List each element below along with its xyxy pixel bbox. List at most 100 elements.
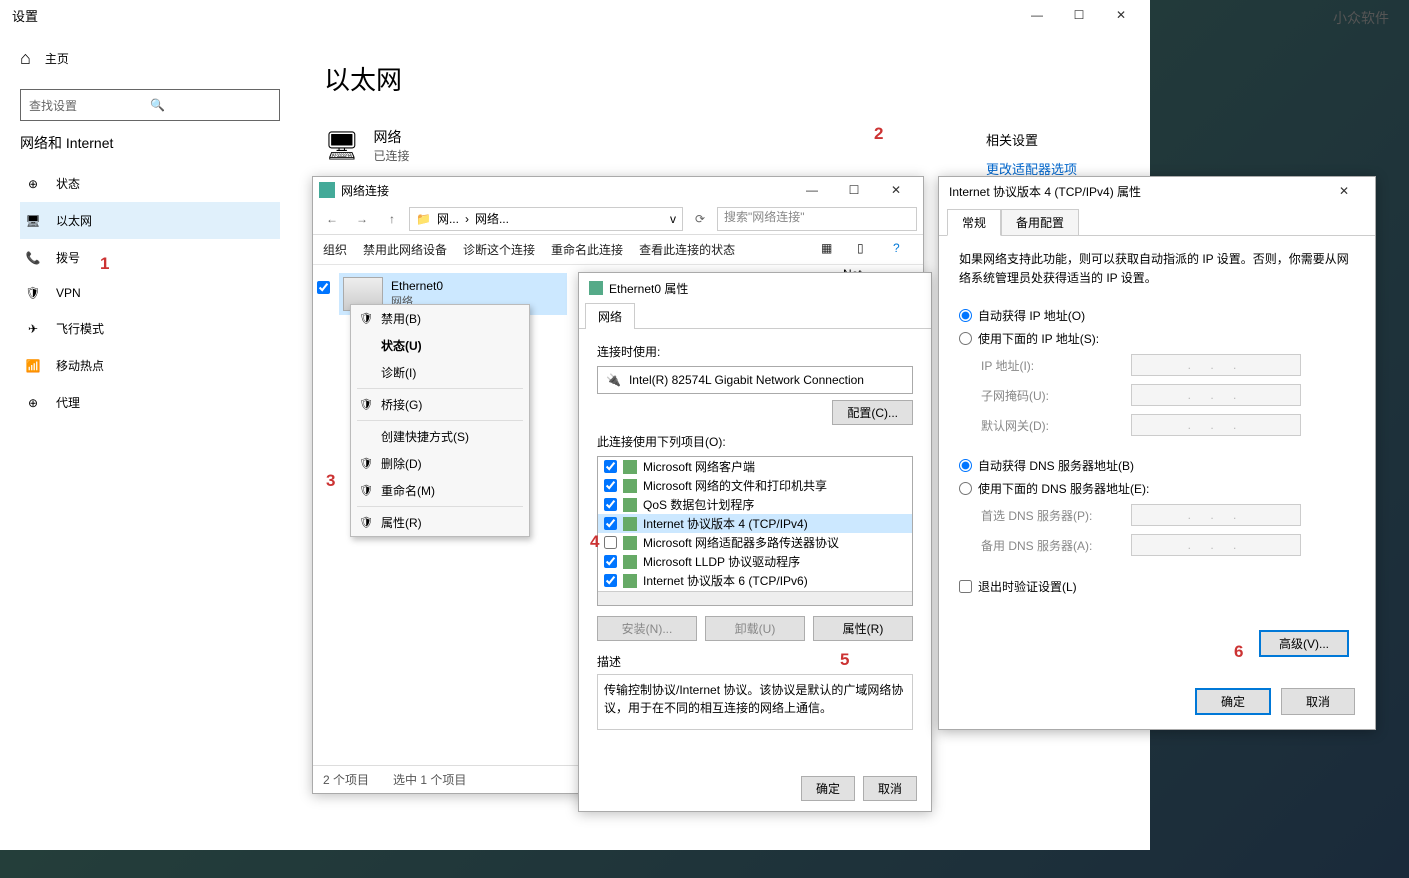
nc-close-button[interactable] xyxy=(875,176,917,204)
nc-minimize-button[interactable] xyxy=(791,176,833,204)
monitor-icon: 🖥 xyxy=(324,129,360,162)
minimize-button[interactable] xyxy=(1016,1,1058,29)
ipv4-close-button[interactable] xyxy=(1323,177,1365,205)
disable-device-button[interactable]: 禁用此网络设备 xyxy=(363,241,447,258)
ctx-rename[interactable]: 🛡重命名(M) xyxy=(351,477,529,504)
up-button[interactable]: ↑ xyxy=(379,207,405,231)
uninstall-button[interactable]: 卸载(U) xyxy=(705,616,805,641)
install-button[interactable]: 安装(N)... xyxy=(597,616,697,641)
protocol-item[interactable]: Microsoft 网络的文件和打印机共享 xyxy=(598,476,912,495)
view-status-button[interactable]: 查看此连接的状态 xyxy=(639,241,735,258)
tab-general[interactable]: 常规 xyxy=(947,209,1001,236)
protocol-icon xyxy=(623,517,637,531)
ctx-status[interactable]: 状态(U) xyxy=(351,332,529,359)
adapter-checkbox[interactable] xyxy=(317,281,330,294)
help-icon[interactable]: ? xyxy=(893,241,913,259)
preview-icon[interactable]: ▯ xyxy=(857,241,877,259)
search-placeholder: 查找设置 xyxy=(29,97,150,114)
forward-button[interactable]: → xyxy=(349,207,375,231)
items-label: 此连接使用下列项目(O): xyxy=(597,433,913,450)
radio-static-ip[interactable]: 使用下面的 IP 地址(S): xyxy=(959,327,1355,350)
protocol-item[interactable]: Microsoft LLDP 协议驱动程序 xyxy=(598,552,912,571)
ipv4-cancel-button[interactable]: 取消 xyxy=(1281,688,1355,715)
protocol-item[interactable]: QoS 数据包计划程序 xyxy=(598,495,912,514)
configure-button[interactable]: 配置(C)... xyxy=(832,400,913,425)
ipv4-title-text: Internet 协议版本 4 (TCP/IPv4) 属性 xyxy=(949,183,1323,200)
shield-icon: 🛡 xyxy=(359,516,373,529)
protocol-icon xyxy=(623,479,637,493)
address-bar[interactable]: 📁 网...› 网络... v xyxy=(409,207,683,231)
ep-cancel-button[interactable]: 取消 xyxy=(863,776,917,801)
dns2-label: 备用 DNS 服务器(A): xyxy=(981,537,1131,554)
close-button[interactable] xyxy=(1100,1,1142,29)
annotation-3: 3 xyxy=(326,471,335,491)
network-status: 已连接 xyxy=(374,147,410,164)
protocol-checkbox[interactable] xyxy=(604,460,617,473)
protocol-list[interactable]: Microsoft 网络客户端Microsoft 网络的文件和打印机共享QoS … xyxy=(597,456,913,606)
protocol-checkbox[interactable] xyxy=(604,479,617,492)
sidebar-item[interactable]: ⊕状态 xyxy=(20,165,280,202)
protocol-label: Microsoft 网络的文件和打印机共享 xyxy=(643,477,827,494)
nav-icon: ⊕ xyxy=(24,396,42,410)
protocol-item[interactable]: Internet 协议版本 6 (TCP/IPv6) xyxy=(598,571,912,590)
tab-alternate[interactable]: 备用配置 xyxy=(1001,209,1079,236)
ip-address-label: IP 地址(I): xyxy=(981,357,1131,374)
back-button[interactable]: ← xyxy=(319,207,345,231)
home-icon xyxy=(20,48,31,69)
protocol-checkbox[interactable] xyxy=(604,574,617,587)
nc-search-input[interactable]: 搜索"网络连接" xyxy=(717,207,917,231)
protocol-item[interactable]: Microsoft 网络客户端 xyxy=(598,457,912,476)
ep-titlebar: Ethernet0 属性 xyxy=(579,273,931,303)
ipv4-titlebar: Internet 协议版本 4 (TCP/IPv4) 属性 xyxy=(939,177,1375,205)
protocol-checkbox[interactable] xyxy=(604,536,617,549)
search-input[interactable]: 查找设置 xyxy=(20,89,280,121)
breadcrumb-1[interactable]: 网... xyxy=(437,210,459,227)
nav-icon: 🖥 xyxy=(24,214,42,228)
ctx-properties[interactable]: 🛡属性(R) xyxy=(351,509,529,536)
scrollbar[interactable] xyxy=(598,591,912,605)
advanced-button[interactable]: 高级(V)... xyxy=(1259,630,1349,657)
nav-icon: ✈ xyxy=(24,322,42,336)
protocol-item[interactable]: Internet 协议版本 4 (TCP/IPv4) xyxy=(598,514,912,533)
radio-auto-ip[interactable]: 自动获得 IP 地址(O) xyxy=(959,304,1355,327)
ep-tab-network[interactable]: 网络 xyxy=(585,303,635,329)
ctx-diagnose[interactable]: 诊断(I) xyxy=(351,359,529,386)
radio-static-dns[interactable]: 使用下面的 DNS 服务器地址(E): xyxy=(959,477,1355,500)
organize-menu[interactable]: 组织 xyxy=(323,241,347,258)
ctx-bridge[interactable]: 🛡桥接(G) xyxy=(351,391,529,418)
shield-icon: 🛡 xyxy=(359,398,373,411)
rename-button[interactable]: 重命名此连接 xyxy=(551,241,623,258)
watermark: 小众软件 xyxy=(1333,8,1389,28)
validate-checkbox[interactable]: 退出时验证设置(L) xyxy=(959,578,1355,595)
protocol-checkbox[interactable] xyxy=(604,555,617,568)
protocol-label: Internet 协议版本 6 (TCP/IPv6) xyxy=(643,572,808,589)
shield-icon: 🛡 xyxy=(359,484,373,497)
properties-button[interactable]: 属性(R) xyxy=(813,616,913,641)
diagnose-button[interactable]: 诊断这个连接 xyxy=(463,241,535,258)
nav-label: VPN xyxy=(56,286,81,300)
view-options-icon[interactable]: ▦ xyxy=(821,241,841,259)
protocol-checkbox[interactable] xyxy=(604,517,617,530)
protocol-item[interactable]: Microsoft 网络适配器多路传送器协议 xyxy=(598,533,912,552)
ep-title-icon xyxy=(589,281,603,295)
maximize-button[interactable] xyxy=(1058,1,1100,29)
protocol-checkbox[interactable] xyxy=(604,498,617,511)
sidebar-item[interactable]: 📞拨号 xyxy=(20,239,280,276)
breadcrumb-2[interactable]: 网络... xyxy=(475,210,509,227)
ctx-shortcut[interactable]: 创建快捷方式(S) xyxy=(351,423,529,450)
home-link[interactable]: 主页 xyxy=(20,38,280,79)
sidebar-item[interactable]: ⊕代理 xyxy=(20,384,280,421)
ipv4-ok-button[interactable]: 确定 xyxy=(1195,688,1271,715)
nav-label: 状态 xyxy=(56,175,80,192)
sidebar-item[interactable]: 📶移动热点 xyxy=(20,347,280,384)
sidebar-item[interactable]: 🖥以太网 xyxy=(20,202,280,239)
ctx-disable[interactable]: 🛡禁用(B) xyxy=(351,305,529,332)
refresh-button[interactable]: ⟳ xyxy=(687,207,713,231)
radio-auto-dns[interactable]: 自动获得 DNS 服务器地址(B) xyxy=(959,454,1355,477)
sidebar-item[interactable]: ✈飞行模式 xyxy=(20,310,280,347)
sidebar-item[interactable]: 🛡VPN xyxy=(20,276,280,310)
ep-ok-button[interactable]: 确定 xyxy=(801,776,855,801)
nc-maximize-button[interactable] xyxy=(833,176,875,204)
shield-icon: 🛡 xyxy=(359,457,373,470)
ctx-delete[interactable]: 🛡删除(D) xyxy=(351,450,529,477)
